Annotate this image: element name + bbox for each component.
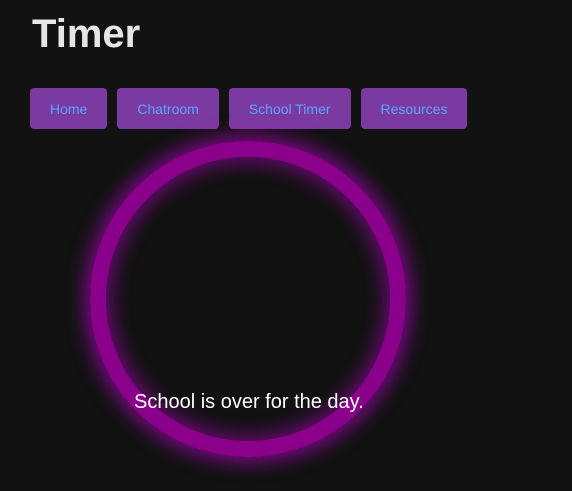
nav-button-resources[interactable]: Resources — [360, 88, 468, 129]
nav-button-home[interactable]: Home — [30, 88, 108, 129]
nav-button-school-timer[interactable]: School Timer — [228, 88, 351, 129]
timer-page: Timer Home Chatroom School Timer Resourc… — [0, 0, 572, 491]
nav-button-chatroom[interactable]: Chatroom — [117, 88, 219, 129]
page-title: Timer — [32, 12, 141, 56]
main-nav: Home Chatroom School Timer Resources — [30, 88, 468, 129]
timer-status-text: School is over for the day. — [134, 391, 364, 413]
